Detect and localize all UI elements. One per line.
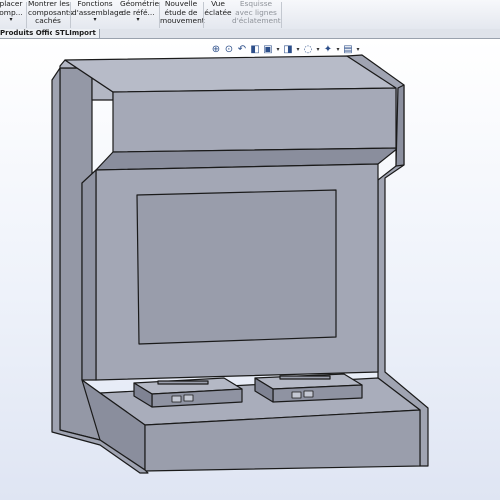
chevron-down-icon[interactable]: ▾	[72, 17, 118, 23]
separator	[281, 2, 282, 28]
bezel-left-strip	[81, 169, 97, 381]
arcade-cabinet-model[interactable]	[0, 39, 500, 500]
right-side-panel-edge	[395, 84, 405, 167]
button-label-line: d'éclatement	[232, 16, 281, 26]
control-box-2-button-a	[291, 391, 302, 399]
control-box-2-slot	[279, 375, 331, 380]
explode-line-sketch-button[interactable]: Esquisse avec lignes d'éclatement	[232, 0, 281, 29]
control-box-2-button-b	[303, 390, 314, 398]
control-box-1-slot	[157, 380, 209, 385]
show-hidden-components-button[interactable]: Montrer les composants cachés	[28, 0, 73, 29]
button-label-line: cachés	[35, 16, 61, 26]
command-manager-ribbon: placer omp... ▾ Montrer les composants c…	[0, 0, 500, 30]
separator	[26, 2, 27, 28]
tab-stlimport[interactable]: STLImport	[52, 29, 100, 38]
control-box-1-button-b	[183, 394, 194, 402]
button-label-line: éclatée	[204, 7, 232, 17]
button-label-line: mouvement	[160, 16, 205, 26]
marquee-front	[112, 87, 399, 153]
separator	[70, 2, 71, 28]
graphics-viewport[interactable]: ⊕ ⊙ ↶ ◧ ▣ ▾ ◨ ▾ ◌ ▾ ✦ ▾ ▤ ▾	[0, 39, 500, 500]
reference-geometry-button[interactable]: Géométrie de réfé... ▾	[120, 0, 159, 29]
chevron-down-icon[interactable]: ▾	[0, 17, 26, 23]
new-motion-study-button[interactable]: Nouvelle étude de mouvement	[160, 0, 205, 29]
exploded-view-button[interactable]: Vue éclatée	[204, 0, 232, 29]
button-label-line: omp...	[0, 7, 23, 17]
command-manager-tabs: Produits Office STLImport	[0, 29, 500, 39]
assembly-features-button[interactable]: Fonctions d'assemblage ▾	[72, 0, 123, 29]
move-component-button[interactable]: placer omp... ▾	[0, 0, 26, 29]
marquee-top	[64, 55, 401, 93]
chevron-down-icon[interactable]: ▾	[120, 17, 156, 23]
control-box-1-button-a	[171, 395, 182, 403]
monitor-screen	[136, 189, 337, 345]
